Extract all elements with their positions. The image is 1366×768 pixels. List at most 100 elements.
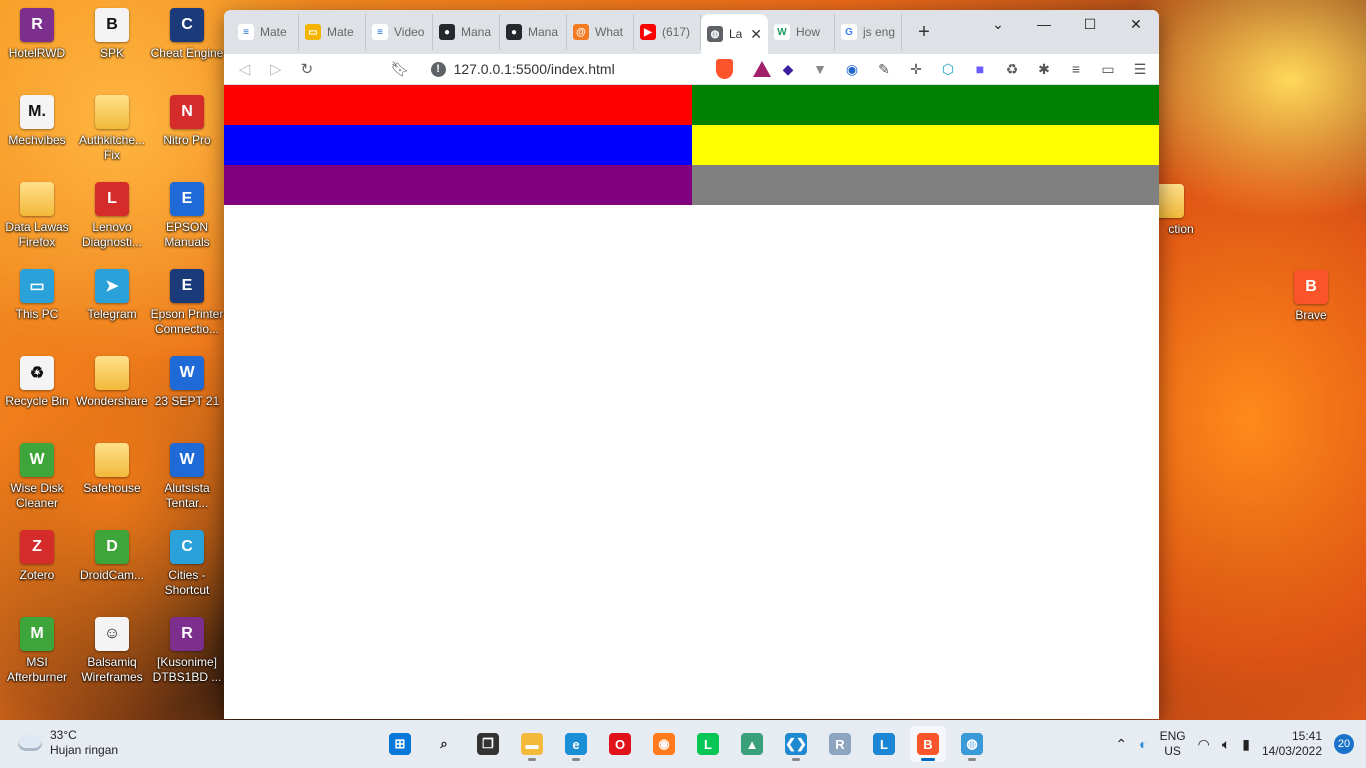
site-info-icon[interactable]: ! — [430, 61, 446, 77]
desktop-icon[interactable]: R HotelRWD — [0, 4, 74, 84]
browser-tab[interactable]: W How — [768, 14, 835, 50]
desktop-icon[interactable]: Authkitche... Fix — [75, 91, 149, 171]
cheat-engine-icon: C — [170, 8, 204, 42]
new-tab-button[interactable]: + — [910, 18, 938, 46]
brave-shields-icon[interactable] — [715, 59, 733, 79]
browser-tab[interactable]: ● Mana — [500, 14, 567, 50]
desktop-icon[interactable]: D DroidCam... — [75, 526, 149, 606]
notification-badge[interactable]: 20 — [1334, 734, 1354, 754]
extension-recycle-icon[interactable]: ♻ — [1001, 58, 1023, 80]
back-button[interactable]: ◁ — [232, 56, 257, 82]
taskbar-app[interactable]: R — [822, 726, 858, 762]
taskbar-app[interactable]: ◉ — [646, 726, 682, 762]
extension-move-icon[interactable]: ✛ — [905, 58, 927, 80]
desktop-icon[interactable]: Z Zotero — [0, 526, 74, 606]
desktop-icon[interactable]: W 23 SEPT 21 — [150, 352, 224, 432]
taskbar-app[interactable]: ⊞ — [382, 726, 418, 762]
taskbar-app[interactable]: ⌕ — [426, 726, 462, 762]
desktop-icon[interactable]: W Alutsista Tentar... — [150, 439, 224, 519]
desktop-icon[interactable]: N Nitro Pro — [150, 91, 224, 171]
desktop-icon-label: Safehouse — [83, 481, 141, 495]
desktop-icon-brave[interactable]: B Brave — [1274, 266, 1348, 346]
brave-rewards-icon[interactable] — [752, 61, 771, 77]
taskbar-app[interactable]: ▲ — [734, 726, 770, 762]
desktop-icon[interactable]: Safehouse — [75, 439, 149, 519]
forward-button[interactable]: ▷ — [263, 56, 288, 82]
extension-v-icon[interactable]: ▼ — [809, 58, 831, 80]
browser-tab[interactable]: ● Mana — [433, 14, 500, 50]
browser-tab[interactable]: Gjs eng — [835, 14, 902, 50]
desktop-icon[interactable]: ▭ This PC — [0, 265, 74, 345]
folder-icon — [95, 356, 129, 390]
browser-tab[interactable]: ▶ (617) — [634, 14, 701, 50]
desktop-icon[interactable]: C Cities - Shortcut — [150, 526, 224, 606]
tab-search-icon[interactable]: ⌄ — [975, 10, 1021, 38]
desktop-icon[interactable]: E EPSON Manuals — [150, 178, 224, 258]
cloud-rain-icon — [18, 735, 42, 751]
chevron-up-icon[interactable]: ⌃ — [1115, 736, 1127, 753]
close-window-button[interactable]: ✕ — [1113, 10, 1159, 38]
browser-tab[interactable]: ≡ Video — [366, 14, 433, 50]
desktop-icon[interactable]: M. Mechvibes — [0, 91, 74, 171]
taskbar-app[interactable]: B — [910, 726, 946, 762]
desktop-icon[interactable]: C Cheat Engine — [150, 4, 224, 84]
monitor-icon: ▭ — [20, 269, 54, 303]
maximize-button[interactable]: ☐ — [1067, 10, 1113, 38]
slides-icon: ▭ — [305, 24, 321, 40]
close-tab-icon[interactable]: ✕ — [750, 26, 762, 43]
reload-button[interactable]: ↻ — [294, 56, 319, 82]
browser-tab[interactable]: ◍ La ✕ — [701, 14, 768, 54]
taskbar-app[interactable]: e — [558, 726, 594, 762]
taskbar-app[interactable]: ◍ — [954, 726, 990, 762]
desktop-icon[interactable]: B SPK — [75, 4, 149, 84]
taskbar-app[interactable]: ❐ — [470, 726, 506, 762]
search-icon: ⌕ — [440, 736, 448, 751]
wallet-icon[interactable]: ▭ — [1097, 58, 1119, 80]
brave-icon: B — [1294, 270, 1328, 304]
desktop-icon[interactable]: M MSI Afterburner — [0, 613, 74, 693]
desktop-icon[interactable]: ➤ Telegram — [75, 265, 149, 345]
taskbar-app[interactable]: L — [690, 726, 726, 762]
extension-square-icon[interactable]: ■ — [969, 58, 991, 80]
browser-window: ≡ Mate ▭ Mate ≡ Video ● Mana ● Mana @ What ▶ (617) ◍ La… — [224, 10, 1159, 719]
volume-icon[interactable]: 🔈︎ — [1222, 736, 1230, 753]
weather-temp: 33°C — [50, 728, 77, 742]
desktop-icon[interactable]: ☺ Balsamiq Wireframes — [75, 613, 149, 693]
browser-tab[interactable]: @ What — [567, 14, 634, 50]
taskbar-app[interactable]: O — [602, 726, 638, 762]
bookmark-icon[interactable]: 🔖︎ — [387, 56, 412, 82]
system-tray: ⌃ ◐ ENG US ◠ 🔈︎ ▮ 15:41 14/03/2022 20 — [1115, 720, 1366, 768]
weather-widget[interactable]: 33°C Hujan ringan — [18, 728, 118, 758]
desktop-icon[interactable]: W Wise Disk Cleaner — [0, 439, 74, 519]
desktop-icon[interactable]: Wondershare — [75, 352, 149, 432]
browser-tab[interactable]: ≡ Mate — [232, 14, 299, 50]
desktop-icon[interactable]: R [Kusonime] DTBS1BD ... — [150, 613, 224, 693]
extension-color-picker-icon[interactable]: ◉ — [841, 58, 863, 80]
taskbar-app[interactable]: ❮❯ — [778, 726, 814, 762]
minimize-button[interactable]: — — [1021, 10, 1067, 38]
extensions-puzzle-icon[interactable]: ✱ — [1033, 58, 1055, 80]
media-queue-icon[interactable]: ≡ — [1065, 58, 1087, 80]
running-indicator — [528, 758, 536, 761]
battery-icon[interactable]: ▮ — [1242, 736, 1250, 753]
browser-tab[interactable]: ▭ Mate — [299, 14, 366, 50]
balsamiq-icon: ☺ — [95, 617, 129, 651]
taskbar-app[interactable]: ▬ — [514, 726, 550, 762]
tray-app-icon[interactable]: ◐ — [1139, 736, 1147, 752]
page-icon: ≡ — [238, 24, 254, 40]
taskbar-app[interactable]: L — [866, 726, 902, 762]
language-indicator[interactable]: ENG US — [1160, 729, 1186, 759]
desktop-icon[interactable]: ♻ Recycle Bin — [0, 352, 74, 432]
extension-pen-icon[interactable]: ✎ — [873, 58, 895, 80]
extension-diamond-icon[interactable]: ◆ — [777, 58, 799, 80]
menu-icon[interactable]: ☰ — [1129, 58, 1151, 80]
desktop-icon[interactable]: Data Lawas Firefox — [0, 178, 74, 258]
wifi-icon[interactable]: ◠ — [1198, 736, 1210, 753]
desktop-icon-label: Lenovo Diagnosti... — [81, 220, 143, 249]
desktop-icon[interactable]: L Lenovo Diagnosti... — [75, 178, 149, 258]
lenovo-diagnostics-icon: L — [95, 182, 129, 216]
extension-cube-icon[interactable]: ⬡ — [937, 58, 959, 80]
clock[interactable]: 15:41 14/03/2022 — [1262, 729, 1322, 759]
desktop-icon[interactable]: E Epson Printer Connectio... — [150, 265, 224, 345]
address-bar[interactable]: ! 127.0.0.1:5500/index.html — [423, 56, 704, 82]
